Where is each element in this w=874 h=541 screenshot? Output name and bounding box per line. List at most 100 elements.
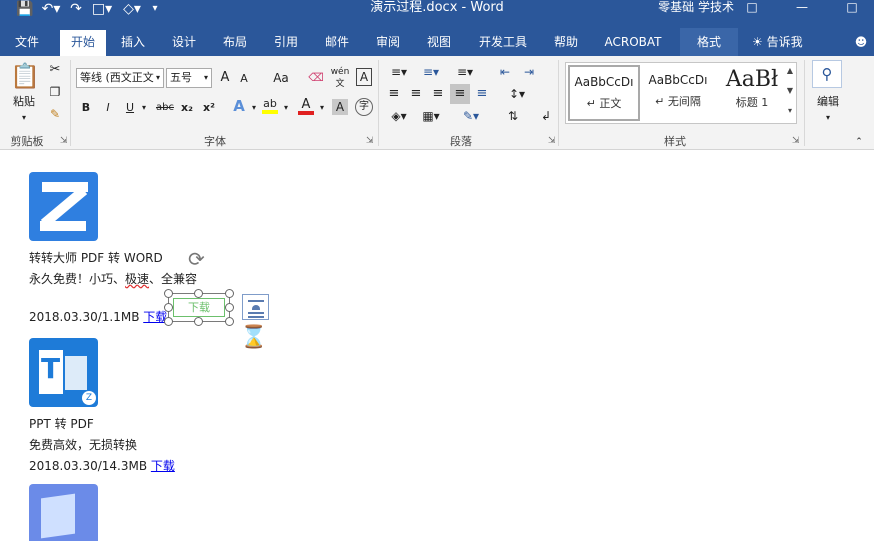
text-effects-button[interactable]: A (230, 98, 248, 114)
style-normal[interactable]: AaBbCcDı ↵ 正文 (568, 65, 640, 121)
search-icon[interactable]: ⚲ (812, 60, 842, 88)
style-heading-1[interactable]: AaBł 标题 1 (716, 65, 788, 121)
clear-format-icon[interactable]: ⌫ (308, 70, 324, 86)
superscript-button[interactable]: x² (200, 100, 218, 116)
font-size-combo[interactable]: 五号 ▾ (166, 68, 212, 88)
document-canvas[interactable]: 转转大师 PDF 转 WORD 永久免费！小巧、极速、全兼容 2018.03.3… (0, 150, 874, 541)
justify-icon[interactable]: ≡ (450, 84, 470, 104)
tab-acrobat[interactable]: ACROBAT (596, 30, 670, 56)
shading-icon[interactable]: ◈▾ (386, 108, 412, 124)
style-no-spacing[interactable]: AaBbCcDı ↵ 无间隔 (642, 65, 714, 121)
sort-icon[interactable]: ⇅ (504, 108, 522, 124)
user-name[interactable]: 零基础 学技术 (658, 0, 734, 15)
subscript-button[interactable]: x₂ (178, 100, 196, 116)
tab-references[interactable]: 引用 (265, 30, 307, 56)
bullets-icon[interactable]: ≡▾ (386, 64, 412, 80)
icon-page (65, 356, 87, 390)
show-marks-icon[interactable]: ↲ (538, 108, 554, 124)
styles-scroll-down-icon[interactable]: ▼ (783, 86, 797, 95)
character-border-button[interactable]: A (356, 68, 372, 86)
chinese-layout-icon[interactable]: ✎▾ (458, 108, 484, 124)
resize-handle-w[interactable] (164, 303, 173, 312)
tab-file[interactable]: 文件 (6, 30, 48, 56)
resize-handle-s[interactable] (194, 317, 203, 326)
font-group-label: 字体 (204, 135, 226, 148)
tab-insert[interactable]: 插入 (112, 30, 154, 56)
numbering-icon[interactable]: ≡▾ (418, 64, 444, 80)
change-case-button[interactable]: Aa (268, 70, 294, 86)
rotate-handle-icon[interactable]: ⟳ (188, 248, 212, 270)
styles-launcher-icon[interactable]: ⇲ (792, 136, 800, 146)
underline-button[interactable]: U (122, 100, 138, 116)
tab-mailings[interactable]: 邮件 (316, 30, 358, 56)
minimize-button[interactable]: — (786, 0, 818, 15)
distributed-icon[interactable]: ≡ (474, 86, 490, 102)
item1-desc-prefix: 永久免费！小巧、 (29, 272, 126, 286)
ribbon-display-options-icon[interactable]: □ (736, 0, 768, 15)
layout-options-icon[interactable] (242, 294, 269, 320)
resize-handle-e[interactable] (225, 303, 234, 312)
increase-indent-icon[interactable]: ⇥ (520, 64, 538, 80)
editing-button[interactable]: 编辑 (810, 94, 846, 110)
clipboard-launcher-icon[interactable]: ⇲ (60, 136, 68, 146)
underline-dropdown-icon[interactable]: ▾ (140, 100, 148, 116)
borders-icon[interactable]: ▦▾ (418, 108, 444, 124)
font-color-dropdown-icon[interactable]: ▾ (318, 100, 326, 116)
zhuanzhuan-app-icon (29, 172, 98, 241)
icon-badge: Z (82, 391, 96, 405)
resize-handle-n[interactable] (194, 289, 203, 298)
collapse-ribbon-icon[interactable]: ⌃ (852, 134, 866, 150)
line-spacing-icon[interactable]: ↕▾ (504, 86, 530, 102)
enclose-characters-button[interactable]: 字 (355, 98, 373, 116)
copy-icon[interactable]: ❐ (46, 84, 64, 100)
font-launcher-icon[interactable]: ⇲ (366, 136, 374, 146)
tab-design[interactable]: 设计 (163, 30, 205, 56)
restore-button[interactable]: □ (836, 0, 868, 15)
tab-developer[interactable]: 开发工具 (470, 30, 536, 56)
format-painter-icon[interactable]: ✎ (46, 106, 64, 122)
paste-button[interactable]: 粘贴 (6, 94, 42, 110)
font-color-button[interactable]: A (298, 98, 314, 115)
tab-view[interactable]: 视图 (418, 30, 460, 56)
align-right-icon[interactable]: ≡ (430, 86, 446, 102)
tell-me-box[interactable]: ☀ 告诉我 (752, 30, 803, 54)
textbox-content[interactable]: 下载 (173, 298, 225, 317)
shrink-font-button[interactable]: A (236, 71, 252, 87)
cut-icon[interactable]: ✂ (46, 62, 64, 78)
resize-handle-ne[interactable] (225, 289, 234, 298)
bold-button[interactable]: B (78, 100, 94, 116)
styles-gallery: AaBbCcDı ↵ 正文 AaBbCcDı ↵ 无间隔 AaBł 标题 1 (565, 62, 797, 124)
phonetic-guide-button[interactable]: wén文 (328, 66, 352, 90)
styles-more-icon[interactable]: ▾ (783, 106, 797, 115)
decrease-indent-icon[interactable]: ⇤ (496, 64, 514, 80)
editing-dropdown-icon[interactable]: ▾ (822, 110, 834, 126)
share-icon[interactable]: ☻ (852, 30, 870, 56)
tab-help[interactable]: 帮助 (544, 30, 588, 56)
tab-format[interactable]: 格式 (680, 28, 738, 56)
align-left-icon[interactable]: ≡ (386, 86, 402, 102)
resize-handle-se[interactable] (225, 317, 234, 326)
multilevel-list-icon[interactable]: ≡▾ (452, 64, 478, 80)
grow-font-button[interactable]: A (217, 70, 233, 86)
strikethrough-button[interactable]: abc (154, 100, 176, 116)
paste-icon[interactable]: 📋 (10, 62, 40, 90)
style-name: ↵ 无间隔 (655, 95, 701, 108)
character-shading-button[interactable]: A (332, 99, 348, 115)
font-name-combo[interactable]: 等线 (西文正文 ▾ (76, 68, 164, 88)
item2-download-link[interactable]: 下载 (151, 459, 175, 473)
hourglass-cursor-icon: ⌛ (240, 325, 268, 350)
italic-button[interactable]: I (100, 100, 116, 116)
paragraph-launcher-icon[interactable]: ⇲ (548, 136, 556, 146)
highlight-button[interactable]: ab (262, 98, 278, 114)
styles-scroll-up-icon[interactable]: ▲ (783, 66, 797, 75)
resize-handle-sw[interactable] (164, 317, 173, 326)
title-bar: 💾 ↶▾ ↷ □▾ ◇▾ ▾ 演示过程.docx - Word 零基础 学技术 … (0, 0, 874, 28)
text-effects-dropdown-icon[interactable]: ▾ (250, 100, 258, 116)
resize-handle-nw[interactable] (164, 289, 173, 298)
highlight-dropdown-icon[interactable]: ▾ (282, 100, 290, 116)
tab-review[interactable]: 审阅 (367, 30, 409, 56)
paste-dropdown-icon[interactable]: ▾ (18, 110, 30, 126)
align-center-icon[interactable]: ≡ (408, 86, 424, 102)
tab-layout[interactable]: 布局 (214, 30, 256, 56)
tab-home[interactable]: 开始 (60, 30, 106, 56)
